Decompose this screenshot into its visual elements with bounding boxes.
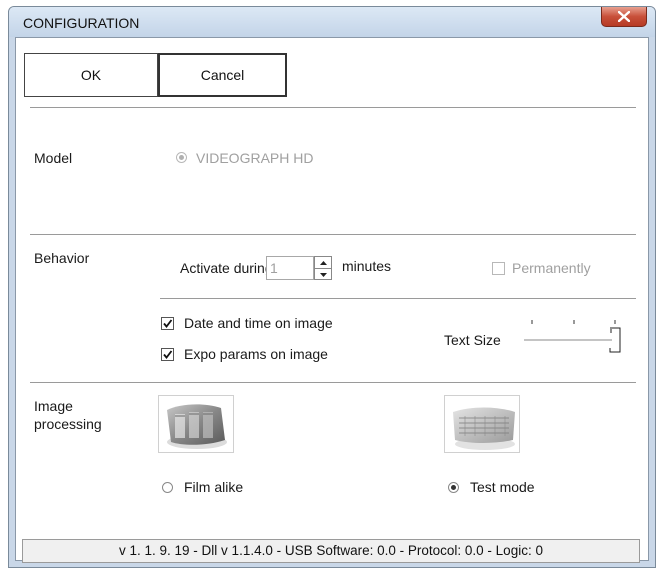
- image-processing-label-line1: Image: [34, 398, 73, 414]
- expo-params-checkbox[interactable]: [161, 348, 174, 361]
- stepper-up-icon[interactable]: [315, 257, 331, 268]
- film-alike-label: Film alike: [184, 479, 244, 495]
- title-bar[interactable]: CONFIGURATION: [9, 7, 655, 37]
- stepper-down-icon[interactable]: [315, 268, 331, 280]
- permanently-checkbox[interactable]: [492, 262, 505, 275]
- image-processing-label-line2: processing: [34, 416, 102, 432]
- date-time-label: Date and time on image: [184, 315, 333, 331]
- close-icon: [618, 11, 630, 22]
- permanently-label: Permanently: [512, 260, 591, 276]
- model-videograph-hd-radio[interactable]: [176, 152, 187, 163]
- model-section-label: Model: [34, 150, 73, 166]
- window-title: CONFIGURATION: [23, 15, 140, 31]
- film-alike-radio[interactable]: [162, 482, 173, 493]
- ok-button[interactable]: OK: [24, 53, 158, 97]
- expo-params-label: Expo params on image: [184, 346, 328, 362]
- behavior-section-label: Behavior: [34, 250, 90, 266]
- date-time-checkbox[interactable]: [161, 317, 174, 330]
- close-button[interactable]: [601, 7, 647, 27]
- activate-minutes-input[interactable]: 1: [266, 256, 314, 280]
- dialog-client-area: OK Cancel Model VIDEOGRAPH HD Behavior A…: [15, 37, 649, 563]
- activate-during-label: Activate during:: [180, 260, 277, 276]
- divider-top: [30, 107, 636, 109]
- configuration-window: CONFIGURATION OK Cancel Model VIDEOGRAPH…: [8, 6, 656, 568]
- test-mode-radio[interactable]: [448, 482, 459, 493]
- text-size-slider[interactable]: [522, 316, 624, 358]
- film-alike-thumbnail-icon[interactable]: [158, 395, 234, 453]
- minutes-label: minutes: [342, 258, 392, 274]
- cancel-button[interactable]: Cancel: [158, 53, 287, 97]
- divider-behavior-inner: [160, 298, 636, 300]
- text-size-label: Text Size: [444, 332, 501, 348]
- test-mode-label: Test mode: [470, 479, 535, 495]
- divider-image: [30, 382, 636, 384]
- activate-minutes-stepper[interactable]: [314, 256, 332, 280]
- divider-model: [30, 234, 636, 236]
- version-status-bar: v 1. 1. 9. 19 - Dll v 1.1.4.0 - USB Soft…: [22, 539, 640, 563]
- test-mode-thumbnail-icon[interactable]: [444, 395, 520, 453]
- model-videograph-hd-label: VIDEOGRAPH HD: [196, 150, 314, 166]
